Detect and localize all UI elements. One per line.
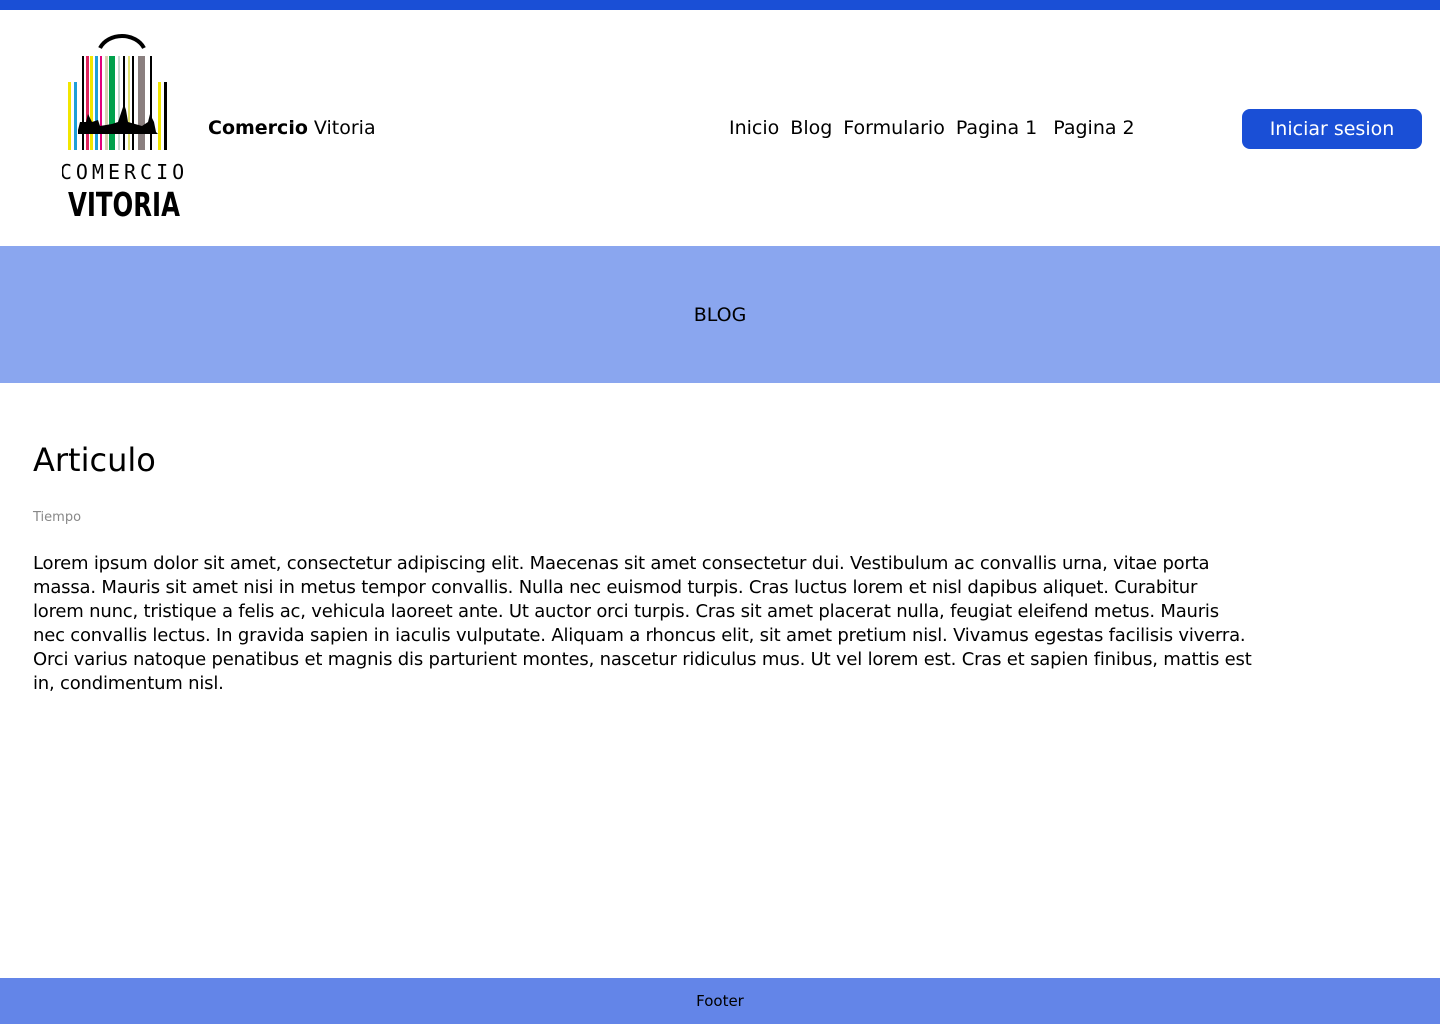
- logo-stripe: [68, 82, 71, 150]
- blog-banner: BLOG: [0, 246, 1440, 383]
- nav-pagina-1[interactable]: Pagina 1: [956, 117, 1037, 139]
- main-nav: Inicio Blog Formulario Pagina 1 Pagina 2: [729, 117, 1135, 139]
- logo-stripe: [95, 56, 98, 150]
- brand-rest: Vitoria: [307, 117, 376, 139]
- banner-title: BLOG: [693, 303, 747, 326]
- brand-name: Comercio Vitoria: [208, 117, 376, 139]
- logo-stripe: [132, 56, 134, 150]
- svg-text:COMERCIO: COMERCIO: [62, 160, 186, 184]
- logo-stripe: [128, 56, 130, 150]
- logo-stripe: [138, 56, 142, 150]
- logo-stripe: [123, 56, 125, 150]
- top-accent-bar: [0, 0, 1440, 10]
- nav-inicio[interactable]: Inicio: [729, 117, 779, 139]
- logo-stripe: [112, 56, 115, 150]
- logo-stripe: [118, 56, 120, 150]
- footer: Footer: [0, 978, 1440, 1024]
- login-button[interactable]: Iniciar sesion: [1242, 109, 1422, 149]
- logo-stripe: [142, 56, 145, 150]
- brand-bold: Comercio: [208, 117, 308, 139]
- logo-stripe: [109, 56, 112, 150]
- footer-label: Footer: [696, 992, 744, 1010]
- nav-blog[interactable]: Blog: [790, 117, 832, 139]
- logo-stripe: [150, 56, 152, 150]
- article-time: Tiempo: [33, 510, 82, 525]
- logo-stripe: [90, 56, 93, 150]
- logo-stripe: [86, 56, 89, 150]
- logo-stripe: [164, 82, 167, 150]
- logo-stripe: [158, 82, 161, 150]
- nav-pagina-2[interactable]: Pagina 2: [1053, 117, 1134, 139]
- logo-stripe: [82, 56, 84, 150]
- logo-stripe: [105, 56, 108, 150]
- article-title: Articulo: [33, 441, 156, 479]
- nav-formulario[interactable]: Formulario: [843, 117, 945, 139]
- comercio-vitoria-logo[interactable]: COMERCIO VITORIA: [62, 22, 186, 222]
- logo-stripe: [74, 82, 77, 150]
- article-body: Lorem ipsum dolor sit amet, consectetur …: [33, 553, 1252, 694]
- logo-stripe: [100, 56, 102, 150]
- svg-text:VITORIA: VITORIA: [68, 185, 180, 222]
